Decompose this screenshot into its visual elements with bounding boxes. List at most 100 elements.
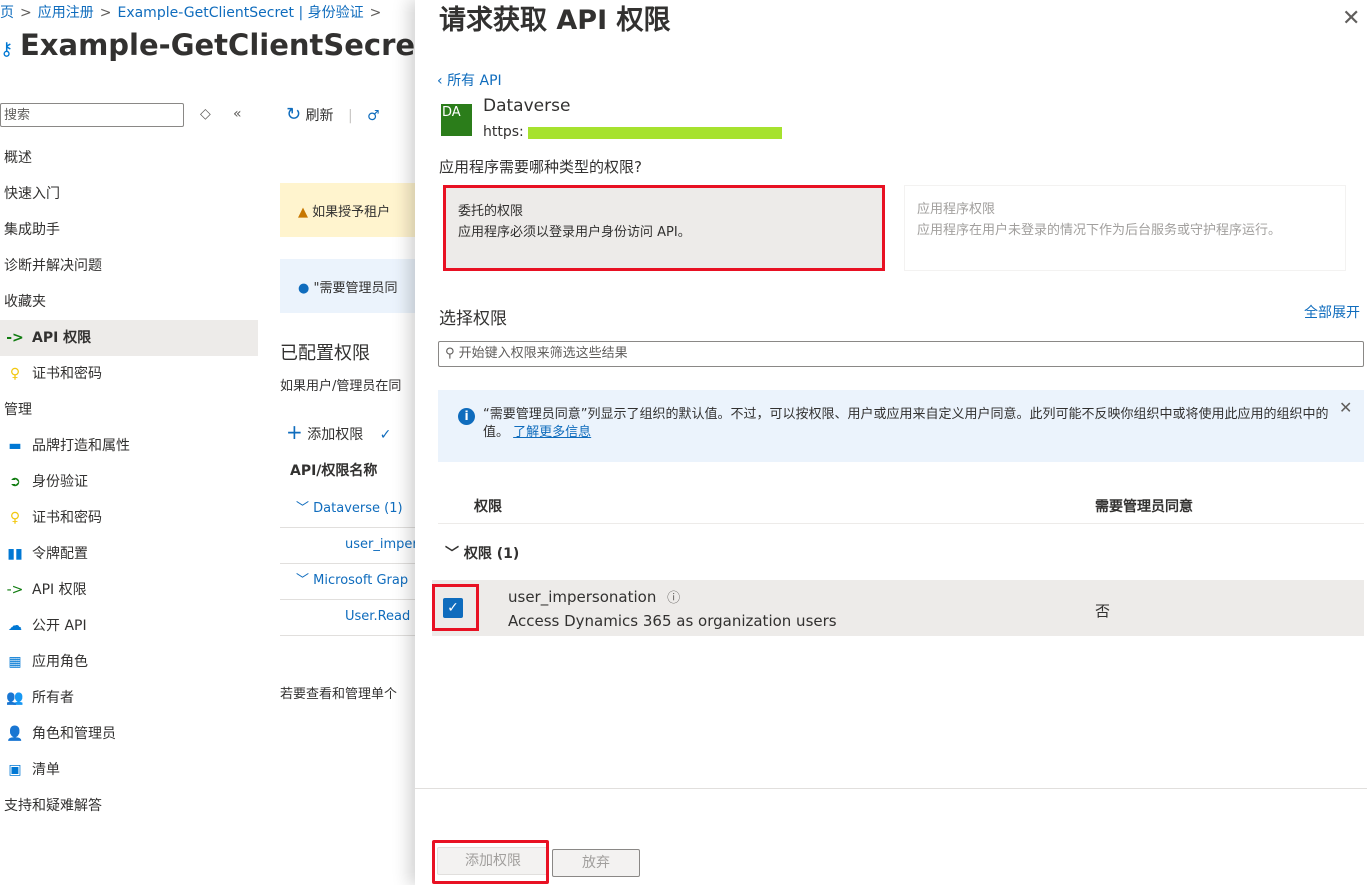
- warning-banner: ▲ 如果授予租户: [280, 183, 430, 237]
- delegated-permissions-card[interactable]: 委托的权限 应用程序必须以登录用户身份访问 API。: [443, 185, 885, 271]
- info-message: ● "需要管理员同: [298, 277, 397, 296]
- chevron-down-icon: ﹀: [296, 501, 310, 516]
- refresh-label: 刷新: [305, 108, 334, 124]
- breadcrumb-home[interactable]: 页: [0, 5, 14, 21]
- permission-filter-input[interactable]: ⚲ 开始键入权限来筛选这些结果: [438, 341, 1364, 367]
- double-chevron-left-icon[interactable]: «: [233, 106, 242, 122]
- table-row[interactable]: user_imper: [280, 527, 420, 564]
- dataverse-group[interactable]: ﹀ Dataverse (1): [280, 501, 403, 516]
- sidebar-item-overview[interactable]: 概述: [0, 140, 258, 176]
- permission-link[interactable]: User.Read: [280, 609, 410, 624]
- manifest-icon: ▣: [8, 762, 22, 778]
- add-permission-label: 添加权限: [307, 427, 364, 443]
- permission-checkbox[interactable]: ✓: [443, 598, 463, 618]
- sidebar-item-owners[interactable]: 👥 所有者: [0, 680, 258, 716]
- sidebar-item-certs[interactable]: ♀ 证书和密码: [0, 500, 258, 536]
- sidebar-item-label: 证书和密码: [32, 510, 102, 526]
- back-to-all-apis-link[interactable]: ‹ 所有 API: [437, 70, 502, 90]
- sidebar-item-label: 角色和管理员: [32, 726, 116, 742]
- info-icon: ●: [298, 281, 310, 296]
- toolbar: ↻ 刷新 | ♂: [286, 104, 380, 125]
- table-row[interactable]: ﹀ Dataverse (1): [280, 491, 420, 528]
- api-url: https:: [483, 124, 524, 140]
- permission-name-text: user_impersonation: [508, 588, 657, 606]
- close-icon[interactable]: ✕: [1342, 6, 1360, 31]
- feedback-icon[interactable]: ♂: [367, 108, 380, 124]
- chevron-down-icon: ﹀: [296, 573, 310, 588]
- sidebar-section-manage: 管理: [4, 402, 32, 418]
- configured-permissions-title: 已配置权限: [280, 343, 370, 364]
- sidebar-nav: 概述 快速入门 集成助手 诊断并解决问题 收藏夹 -> API 权限 ♀ 证书和密码…: [0, 140, 258, 824]
- sidebar-item-api-permissions[interactable]: -> API 权限: [0, 572, 258, 608]
- permission-group-toggle[interactable]: ﹀ 权限 (1): [445, 543, 519, 563]
- bottom-note: 若要查看和管理单个: [280, 687, 398, 702]
- panel-title: 请求获取 API 权限: [439, 5, 671, 36]
- table-row[interactable]: User.Read: [280, 599, 420, 636]
- app-key-icon: ⚷: [0, 39, 14, 60]
- info-banner: ● "需要管理员同: [280, 259, 430, 313]
- back-link-label: 所有 API: [447, 73, 502, 89]
- add-button-highlight: [432, 840, 549, 884]
- learn-more-link[interactable]: 了解更多信息: [513, 425, 591, 440]
- sidebar-item-app-roles[interactable]: ▦ 应用角色: [0, 644, 258, 680]
- info-message: “需要管理员同意”列显示了组织的默认值。不过，可以按权限、用户或应用来自定义用户…: [483, 406, 1329, 442]
- info-circle-icon[interactable]: ⓘ: [667, 591, 680, 606]
- discard-button[interactable]: 放弃: [552, 849, 640, 877]
- group-label: 权限 (1): [463, 546, 520, 562]
- configured-permissions-desc: 如果用户/管理员在同: [280, 379, 402, 394]
- header-divider: [438, 523, 1364, 524]
- sidebar-item-branding[interactable]: ▬ 品牌打造和属性: [0, 428, 258, 464]
- breadcrumb-app-registrations[interactable]: 应用注册: [38, 5, 94, 21]
- permission-type-question: 应用程序需要哪种类型的权限?: [439, 158, 642, 176]
- api-name: Dataverse: [483, 96, 571, 116]
- sidebar-item-label: 公开 API: [32, 618, 87, 634]
- sidebar-item-certs-fav[interactable]: ♀ 证书和密码: [0, 356, 258, 392]
- info-message-text: “需要管理员同意”列显示了组织的默认值。不过，可以按权限、用户或应用来自定义用户…: [483, 407, 1329, 440]
- breadcrumb-app-auth[interactable]: Example-GetClientSecret | 身份验证: [117, 5, 363, 21]
- table-row[interactable]: ﹀ Microsoft Grap: [280, 563, 420, 600]
- sidebar-item-integration-assistant[interactable]: 集成助手: [0, 212, 258, 248]
- filter-placeholder: 开始键入权限来筛选这些结果: [458, 346, 628, 361]
- admin-consent-info-banner: i “需要管理员同意”列显示了组织的默认值。不过，可以按权限、用户或应用来自定义…: [438, 390, 1364, 462]
- checkmark-icon[interactable]: ✓: [380, 427, 392, 443]
- search-input[interactable]: 搜索: [0, 103, 184, 127]
- collapse-toggle-icon[interactable]: ◇: [200, 106, 211, 122]
- key-icon: ♀: [9, 366, 21, 382]
- sidebar-item-manifest[interactable]: ▣ 清单: [0, 752, 258, 788]
- sidebar-item-authentication[interactable]: ➲ 身份验证: [0, 464, 258, 500]
- permission-link[interactable]: user_imper: [280, 537, 418, 552]
- close-icon[interactable]: ✕: [1339, 398, 1352, 417]
- token-bars-icon: ▮▮: [7, 546, 23, 562]
- sidebar-item-roles-admins[interactable]: 👤 角色和管理员: [0, 716, 258, 752]
- footer-divider: [415, 788, 1367, 789]
- sidebar-item-label: 令牌配置: [32, 546, 88, 562]
- sidebar-item-api-permissions-fav[interactable]: -> API 权限: [0, 320, 258, 356]
- branding-icon: ▬: [8, 438, 22, 454]
- refresh-button[interactable]: ↻ 刷新: [286, 104, 334, 125]
- plus-icon: +: [286, 420, 303, 444]
- sidebar-item-label: API 权限: [32, 330, 92, 346]
- column-header-permission[interactable]: 权限: [474, 496, 502, 516]
- sidebar-item-diagnose[interactable]: 诊断并解决问题: [0, 248, 258, 284]
- card-title: 委托的权限: [458, 204, 524, 219]
- cloud-icon: ☁: [8, 618, 22, 634]
- warning-text: 如果授予租户: [312, 205, 391, 220]
- admin-consent-value: 否: [1095, 602, 1111, 620]
- expand-all-link[interactable]: 全部展开: [1304, 302, 1360, 322]
- sidebar-section-support: 支持和疑难解答: [4, 798, 102, 814]
- sidebar-item-expose-api[interactable]: ☁ 公开 API: [0, 608, 258, 644]
- sidebar-item-label: API 权限: [32, 582, 87, 598]
- sidebar-item-label: 应用角色: [32, 654, 88, 670]
- sidebar-item-favorites[interactable]: 收藏夹: [0, 284, 258, 320]
- graph-group[interactable]: ﹀ Microsoft Grap: [280, 573, 408, 588]
- info-icon: i: [458, 408, 475, 425]
- add-permission-link[interactable]: + 添加权限: [286, 420, 364, 444]
- application-permissions-card[interactable]: 应用程序权限 应用程序在用户未登录的情况下作为后台服务或守护程序运行。: [904, 185, 1346, 271]
- refresh-icon: ↻: [286, 104, 302, 125]
- sidebar-item-token-config[interactable]: ▮▮ 令牌配置: [0, 536, 258, 572]
- card-desc: 应用程序在用户未登录的情况下作为后台服务或守护程序运行。: [917, 223, 1282, 238]
- column-header-admin-consent[interactable]: 需要管理员同意: [1095, 496, 1193, 516]
- owners-icon: 👥: [6, 690, 24, 706]
- search-icon: ⚲: [445, 346, 455, 361]
- sidebar-item-quickstart[interactable]: 快速入门: [0, 176, 258, 212]
